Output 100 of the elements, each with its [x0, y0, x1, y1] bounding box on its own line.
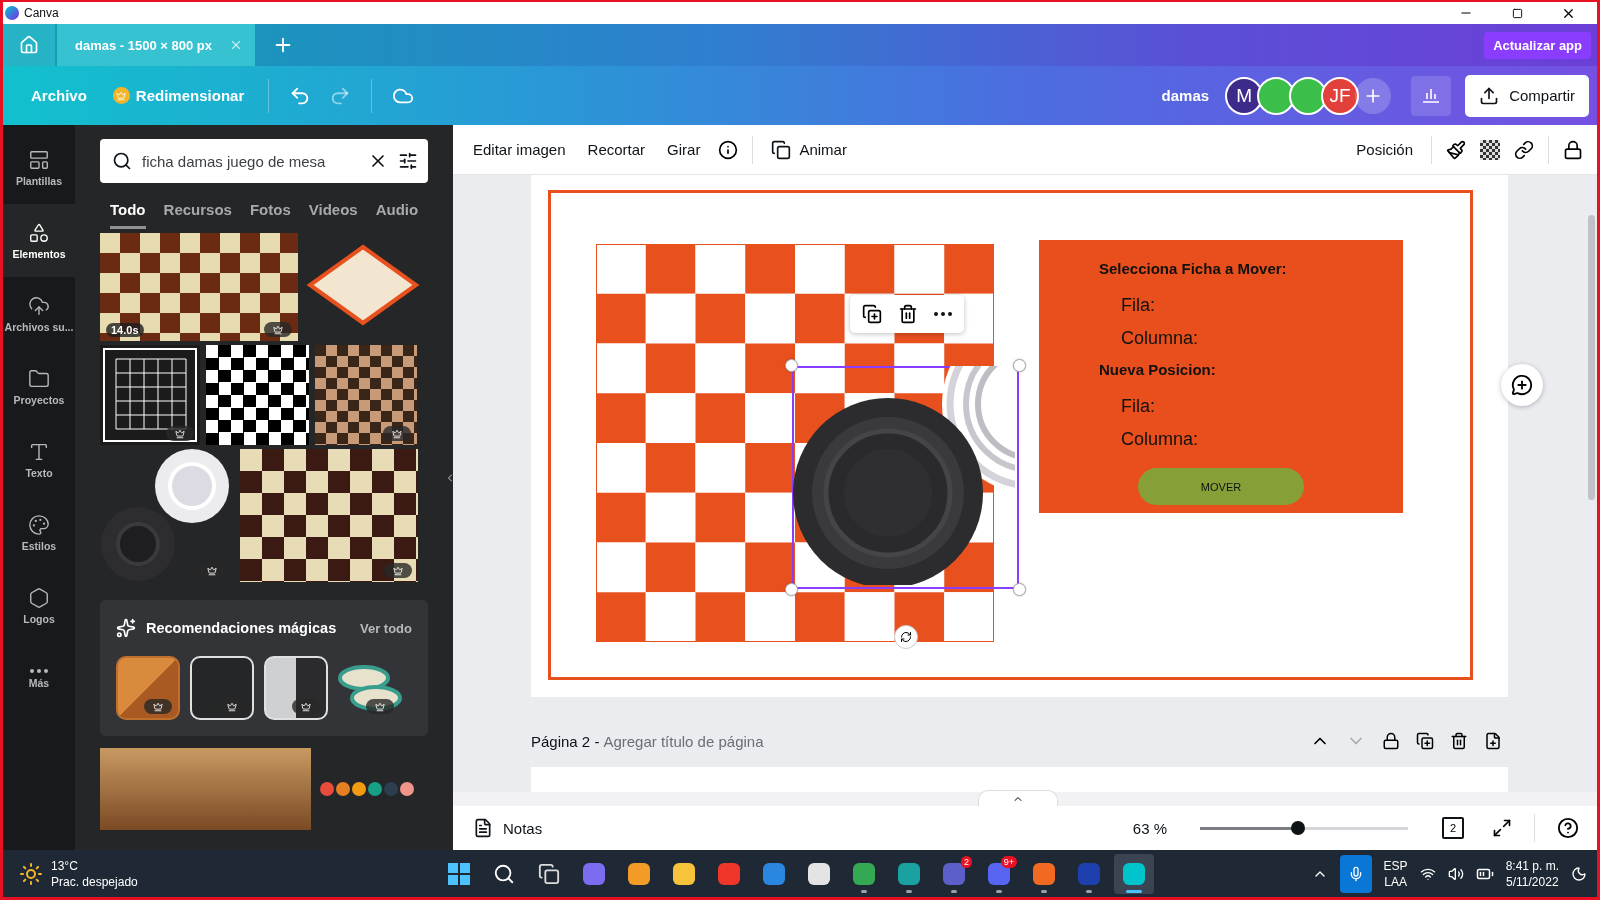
window-title: Canva — [24, 6, 59, 20]
running-indicator — [861, 889, 867, 893]
upgrade-button[interactable]: Actualizar app — [1484, 31, 1591, 59]
category-tab[interactable]: Fotos — [249, 199, 291, 229]
keyboard-layout: LAA — [1384, 873, 1407, 890]
toolbar-button[interactable]: Recortar — [577, 133, 656, 166]
toolbar-button[interactable]: Editar imagen — [463, 133, 576, 166]
notes-icon — [473, 818, 493, 838]
link-icon — [1514, 139, 1534, 160]
panel-heading: Nueva Posicion: — [1099, 361, 1217, 378]
running-indicator — [1086, 889, 1092, 893]
checker-tile-thumbnail[interactable] — [116, 656, 180, 720]
home-icon — [19, 35, 39, 55]
crown-icon — [153, 701, 163, 712]
running-indicator — [906, 889, 912, 893]
windows-icon — [448, 862, 470, 885]
clock-date: 5/11/2022 — [1506, 873, 1559, 890]
zoom-percentage: 63 % — [1132, 819, 1167, 837]
notification-badge: 2 — [961, 855, 972, 868]
resize-handle[interactable] — [1013, 583, 1026, 596]
category-tab[interactable]: Videos — [308, 199, 358, 229]
help-icon — [1557, 817, 1579, 839]
duplicate-icon — [1416, 732, 1434, 750]
crown-icon — [112, 87, 130, 104]
crown-icon — [175, 428, 185, 439]
position-button[interactable]: Posición — [1346, 133, 1423, 166]
share-button[interactable]: Compartir — [1465, 74, 1589, 117]
vertical-scrollbar[interactable] — [1588, 215, 1595, 500]
language: ESP — [1383, 857, 1408, 874]
avatar[interactable]: JF — [1321, 76, 1360, 115]
crown-icon — [375, 701, 385, 712]
page-title-field[interactable]: Agregar título de página — [603, 732, 764, 750]
clock-time: 8:41 p. m. — [1505, 857, 1559, 874]
category-tab[interactable]: Audio — [375, 199, 419, 229]
hexagon-icon — [28, 586, 50, 609]
sidebar-item[interactable]: Texto — [3, 423, 75, 496]
sidebar-item[interactable]: Logos — [3, 569, 75, 642]
rotate-icon — [900, 631, 912, 643]
search-field[interactable]: ficha damas juego de mesa — [100, 139, 428, 183]
resize-handle[interactable] — [1013, 359, 1026, 372]
photo-placeholder[interactable]: 14.0s — [100, 233, 298, 341]
design-name[interactable]: damas — [1151, 79, 1220, 112]
trash-icon — [898, 304, 918, 324]
crown-icon — [301, 701, 311, 712]
folder-icon — [28, 367, 50, 390]
field-label: Fila: — [1121, 396, 1156, 417]
sidebar-item[interactable]: Más — [3, 642, 75, 715]
rotate-handle[interactable] — [894, 625, 918, 649]
comment-button[interactable] — [1501, 364, 1543, 406]
comment-icon — [1511, 374, 1533, 396]
see-all-link[interactable]: Ver todo — [360, 620, 412, 636]
volume-icon[interactable] — [1447, 865, 1464, 882]
photo-placeholder[interactable] — [240, 449, 418, 582]
microphone-button[interactable] — [1339, 854, 1372, 893]
filter-icon[interactable] — [398, 151, 418, 171]
upload-icon — [28, 294, 50, 317]
toolbar-button[interactable]: Girar — [657, 133, 711, 166]
running-indicator — [996, 889, 1002, 893]
temperature: 13°C — [51, 857, 79, 874]
weather-icon — [19, 861, 43, 886]
section-title: Recomendaciones mágicas — [146, 620, 337, 636]
sidebar-item[interactable]: Plantillas — [3, 131, 75, 204]
category-tab[interactable]: Todo — [110, 199, 146, 229]
upload-icon — [1479, 85, 1500, 106]
page-count-button[interactable]: 2 — [1442, 817, 1464, 839]
add-collaborator-button[interactable] — [1355, 77, 1392, 114]
category-tab[interactable]: Recursos — [163, 199, 232, 229]
running-indicator — [1126, 889, 1142, 893]
templates-icon — [28, 148, 50, 171]
running-indicator — [951, 889, 957, 893]
taskbar-button[interactable] — [1114, 853, 1154, 894]
move-button[interactable]: MOVER — [1138, 468, 1304, 505]
fullscreen-icon — [1492, 818, 1512, 838]
taskbar-button[interactable]: 9+ — [979, 853, 1019, 894]
field-label: Columna: — [1121, 328, 1200, 349]
animate-icon — [771, 139, 792, 160]
lock-icon — [1382, 732, 1400, 750]
insights-button[interactable] — [1411, 75, 1452, 116]
crown-icon — [393, 565, 403, 576]
animate-button[interactable]: Animar — [761, 131, 857, 168]
running-indicator — [1041, 889, 1047, 893]
search-icon — [493, 862, 515, 885]
sidebar-item[interactable]: Archivos su... — [3, 277, 75, 350]
palette-icon — [28, 513, 50, 536]
restore-icon — [1511, 7, 1523, 19]
sidebar-item[interactable]: Estilos — [3, 496, 75, 569]
taskbar-button[interactable]: 2 — [934, 853, 974, 894]
notification-badge: 9+ — [1000, 855, 1017, 868]
checkerboard-thumbnail[interactable] — [315, 345, 417, 445]
task-view-icon — [538, 862, 560, 885]
checkerboard-thumbnail[interactable] — [206, 345, 309, 445]
crown-icon — [227, 701, 237, 712]
notes-button[interactable]: Notas — [467, 817, 549, 839]
add-page-icon — [1484, 732, 1502, 750]
sidebar-item[interactable]: Proyectos — [3, 350, 75, 423]
sidebar-item[interactable]: Elementos — [3, 204, 75, 277]
crown-icon — [273, 324, 283, 335]
trash-icon — [1450, 732, 1468, 750]
horizontal-scrollbar[interactable] — [453, 792, 1597, 806]
notifications-icon[interactable] — [1571, 865, 1587, 882]
